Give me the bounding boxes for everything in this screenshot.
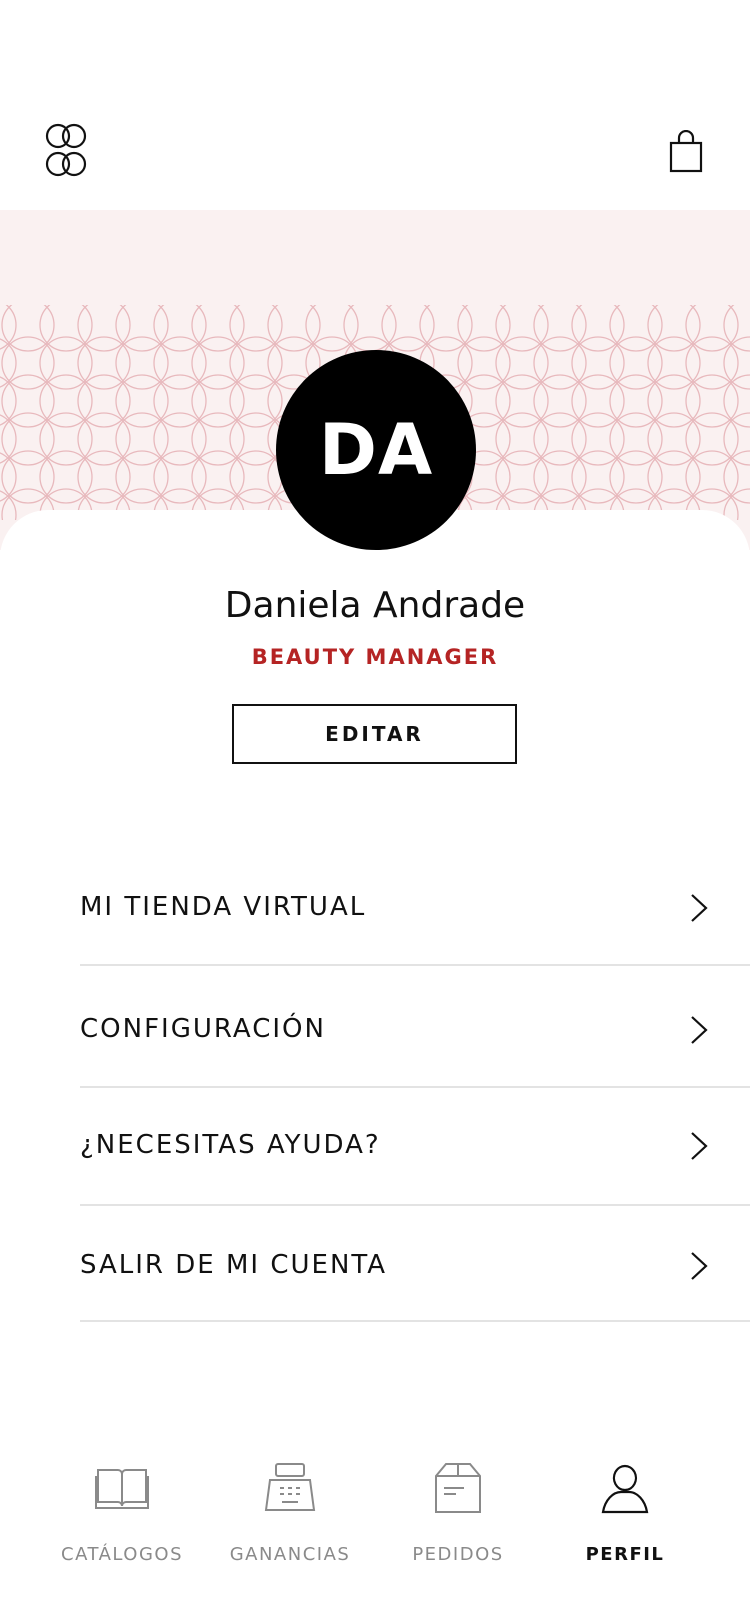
tab-label: PERFIL bbox=[585, 1544, 665, 1565]
menu-item-salir[interactable]: SALIR DE MI CUENTA bbox=[80, 1206, 750, 1322]
profile-role: BEAUTY MANAGER bbox=[251, 645, 499, 669]
tab-catalogos[interactable]: CATÁLOGOS bbox=[42, 1440, 202, 1580]
menu-item-tienda-virtual[interactable]: MI TIENDA VIRTUAL bbox=[80, 850, 750, 966]
tab-ganancias[interactable]: GANANCIAS bbox=[210, 1440, 370, 1580]
menu-item-ayuda[interactable]: ¿NECESITAS AYUDA? bbox=[80, 1090, 750, 1206]
menu-item-label: MI TIENDA VIRTUAL bbox=[80, 892, 367, 922]
box-icon bbox=[435, 1463, 481, 1513]
menu-item-label: CONFIGURACIÓN bbox=[80, 1014, 326, 1044]
chevron-right-icon bbox=[691, 894, 708, 922]
chevron-right-icon bbox=[691, 1252, 708, 1280]
menu-item-label: SALIR DE MI CUENTA bbox=[80, 1250, 388, 1280]
user-icon bbox=[601, 1464, 649, 1514]
profile-name: Daniela Andrade bbox=[224, 585, 526, 626]
menu-item-configuracion[interactable]: CONFIGURACIÓN bbox=[80, 972, 750, 1088]
tab-label: CATÁLOGOS bbox=[61, 1544, 183, 1565]
tab-label: PEDIDOS bbox=[412, 1544, 504, 1565]
tab-perfil[interactable]: PERFIL bbox=[545, 1440, 705, 1580]
cash-register-icon bbox=[264, 1463, 316, 1511]
tab-label: GANANCIAS bbox=[229, 1544, 351, 1565]
app-header bbox=[0, 0, 750, 210]
chevron-right-icon bbox=[691, 1016, 708, 1044]
menu-item-label: ¿NECESITAS AYUDA? bbox=[80, 1130, 381, 1160]
brand-logo-icon[interactable] bbox=[38, 122, 94, 178]
edit-profile-button[interactable]: EDITAR bbox=[232, 704, 517, 764]
book-icon bbox=[95, 1469, 149, 1509]
shopping-bag-icon[interactable] bbox=[668, 130, 704, 174]
bottom-tab-bar: CATÁLOGOS GANANCIAS PEDIDOS PERFIL bbox=[0, 1440, 750, 1624]
chevron-right-icon bbox=[691, 1132, 708, 1160]
tab-pedidos[interactable]: PEDIDOS bbox=[378, 1440, 538, 1580]
avatar[interactable]: DA bbox=[276, 350, 476, 550]
